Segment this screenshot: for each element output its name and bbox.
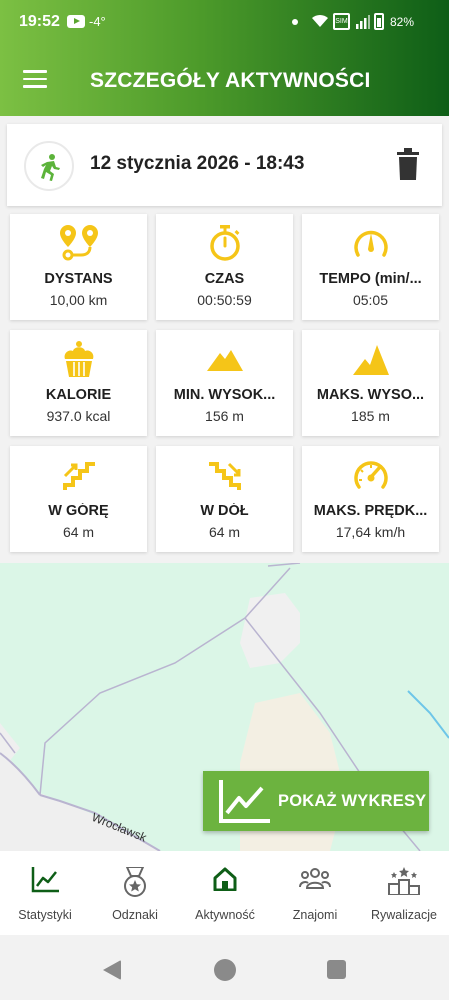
recent-apps-icon[interactable] — [327, 960, 346, 979]
running-person-icon — [41, 154, 60, 181]
stat-tile-max-altitude: MAKS. WYSO... 185 m — [302, 330, 439, 436]
pace-gauge-icon — [353, 230, 388, 257]
page-title: SZCZEGÓŁY AKTYWNOŚCI — [90, 69, 371, 92]
stat-label: DYSTANS — [44, 271, 113, 287]
nav-label: Odznaki — [112, 908, 158, 922]
stat-label: MAKS. PRĘDK... — [313, 503, 428, 519]
status-time: 19:52 — [19, 13, 60, 30]
nav-label: Aktywność — [195, 908, 255, 922]
nav-label: Statystyki — [18, 908, 72, 922]
notification-dot-icon — [292, 19, 298, 25]
stat-tile-time: CZAS 00:50:59 — [156, 214, 293, 320]
cupcake-icon — [64, 341, 93, 377]
nav-label: Rywalizacje — [371, 908, 437, 922]
trend-chart-icon — [31, 867, 59, 893]
youtube-icon — [67, 15, 85, 28]
friends-icon — [299, 868, 331, 889]
stat-tile-pace: TEMPO (min/... 05:05 — [302, 214, 439, 320]
nav-item-competitions[interactable]: Rywalizacje — [359, 851, 449, 935]
signal-icon — [356, 15, 370, 29]
activity-header-card: 12 stycznia 2026 - 18:43 — [7, 124, 442, 206]
nav-item-activity[interactable]: Aktywność — [180, 851, 270, 935]
stat-label: KALORIE — [45, 387, 112, 403]
stat-label: TEMPO (min/... — [319, 271, 422, 287]
home-icon — [213, 867, 237, 891]
nav-label: Znajomi — [292, 908, 338, 922]
stat-value: 64 m — [208, 524, 241, 540]
stat-value: 64 m — [62, 524, 95, 540]
stat-value: 00:50:59 — [197, 292, 252, 308]
system-navigation-bar — [0, 935, 449, 1000]
stat-tile-ascent: W GÓRĘ 64 m — [10, 446, 147, 552]
nav-item-statistics[interactable]: Statystyki — [0, 851, 90, 935]
medal-icon — [124, 867, 146, 897]
stat-label: MIN. WYSOK... — [173, 387, 276, 403]
stat-tile-min-altitude: MIN. WYSOK... 156 m — [156, 330, 293, 436]
speedometer-icon — [353, 461, 388, 489]
bottom-navigation: Statystyki Odznaki Aktywność Znajomi Ryw… — [0, 851, 449, 935]
activity-date: 12 stycznia 2026 - 18:43 — [90, 153, 305, 174]
sim-icon: SIM — [333, 13, 350, 30]
stat-value: 937.0 kcal — [46, 408, 111, 424]
route-pins-icon — [59, 225, 98, 261]
stat-value: 156 m — [205, 408, 244, 424]
stat-tile-descent: W DÓŁ 64 m — [156, 446, 293, 552]
stat-label: MAKS. WYSO... — [316, 387, 425, 403]
podium-icon — [388, 867, 420, 895]
stairs-down-icon — [208, 462, 241, 490]
mountain-low-icon — [206, 350, 243, 371]
stat-value: 185 m — [351, 408, 390, 424]
stat-value: 10,00 km — [49, 292, 108, 308]
stat-value: 05:05 — [352, 292, 389, 308]
stopwatch-icon — [209, 225, 240, 261]
stat-tile-distance: DYSTANS 10,00 km — [10, 214, 147, 320]
mountain-high-icon — [352, 345, 389, 375]
stat-label: W GÓRĘ — [48, 503, 109, 519]
activity-type-badge — [24, 141, 74, 191]
battery-icon — [374, 13, 384, 30]
stat-tile-calories: KALORIE 937.0 kcal — [10, 330, 147, 436]
back-icon[interactable] — [103, 960, 121, 980]
status-bar: 19:52 -4° SIM 82% — [0, 0, 449, 44]
stat-label: CZAS — [204, 271, 245, 287]
stat-label: W DÓŁ — [200, 503, 249, 519]
trash-icon[interactable] — [397, 148, 419, 180]
show-charts-button[interactable]: POKAŻ WYKRESY — [203, 771, 429, 831]
line-chart-icon — [219, 780, 270, 823]
nav-item-friends[interactable]: Znajomi — [270, 851, 360, 935]
battery-percent: 82% — [390, 15, 415, 29]
stat-tile-max-speed: MAKS. PRĘDK... 17,64 km/h — [302, 446, 439, 552]
show-charts-label: POKAŻ WYKRESY — [278, 792, 427, 810]
hamburger-menu-icon[interactable] — [23, 70, 47, 88]
wifi-icon — [312, 14, 328, 27]
stat-value: 17,64 km/h — [335, 524, 406, 540]
status-temperature: -4° — [89, 14, 106, 29]
app-bar: SZCZEGÓŁY AKTYWNOŚCI — [0, 44, 449, 116]
stairs-up-icon — [62, 462, 95, 490]
nav-item-badges[interactable]: Odznaki — [90, 851, 180, 935]
home-circle-icon[interactable] — [214, 959, 236, 981]
